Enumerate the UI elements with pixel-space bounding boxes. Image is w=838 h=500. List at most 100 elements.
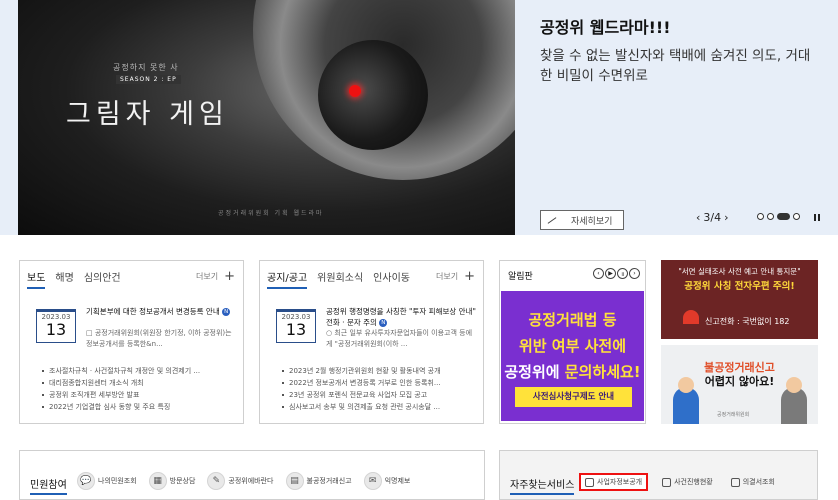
popup-zone: 알림판 ‹ ▶ ॥ › 공정거래법 등 위반 여부 사전에 공정위에 문의하세요…: [499, 260, 646, 424]
list-item[interactable]: 2022년 정보공개서 변경등록 거부로 인한 등록취...: [282, 377, 477, 389]
service-label: 사업자정보공개: [597, 478, 643, 486]
tab-committee-news[interactable]: 위원회소식: [317, 269, 363, 289]
service-label: 불공정거래신고: [306, 477, 352, 485]
more-label: 더보기: [196, 272, 219, 281]
hero-pager: ‹ 3/4 ›: [696, 211, 729, 224]
plus-icon: +: [224, 268, 235, 284]
prev-icon[interactable]: ‹: [593, 268, 604, 279]
press-more-link[interactable]: 더보기 +: [196, 268, 235, 284]
more-label: 더보기: [436, 272, 459, 281]
hero-game-title: 그림자 게임: [66, 99, 229, 130]
tab-notice[interactable]: 공지/공고: [267, 269, 308, 289]
list-item[interactable]: 2022년 기업결합 심사 동향 및 주요 특징: [42, 401, 237, 413]
list-item[interactable]: 2023년 2월 행정기관위원회 현황 및 활동내역 공개: [282, 365, 477, 377]
hero-more-button[interactable]: 자세히보기: [540, 210, 624, 230]
list-item[interactable]: 조사절차규칙 · 사건절차규칙 개정안 및 의견제기 ...: [42, 365, 237, 377]
frequent-services-heading: 자주찾는서비스: [510, 476, 575, 495]
play-icon[interactable]: ▶: [605, 268, 616, 279]
camera-led: [349, 85, 361, 97]
pause-icon[interactable]: ॥: [617, 268, 628, 279]
service-anonymous-tip[interactable]: ✉ 익명제보: [363, 472, 411, 490]
slide-dots: [757, 213, 800, 220]
person-illustration: [673, 377, 699, 424]
date-day: 13: [285, 320, 307, 339]
list-item[interactable]: 23년 공정위 포렌식 전문교육 사업자 모집 공고: [282, 389, 477, 401]
phishing-warning-banner[interactable]: "서면 실태조사 사전 예고 안내 통지문" 공정위 사칭 전자우편 주의! 신…: [661, 260, 818, 339]
service-label: 공정위에바란다: [228, 477, 274, 485]
service-label: 방문상담: [169, 477, 196, 485]
tab-press[interactable]: 보도: [27, 269, 46, 289]
popup-line3: 공정위에 문의하세요!: [501, 359, 644, 385]
hero-credit: 공정거래위원회 기획 웹드라마: [218, 210, 324, 217]
service-label: 사건진행현황: [674, 478, 713, 486]
service-business-info[interactable]: 사업자정보공개: [579, 473, 649, 491]
popup-banner-text: 공정거래법 등 위반 여부 사전에 공정위에 문의하세요!: [501, 307, 644, 385]
pencil-icon: [547, 216, 557, 224]
calendar-icon: ▦: [148, 472, 167, 490]
featured-notice-desc: ○ 최근 일부 유사투자자문업자들이 이용고객 등에게 "공정거래위원회(이하 …: [326, 329, 473, 348]
service-report-unfair[interactable]: ▤ 불공정거래신고: [285, 472, 352, 490]
service-label: 익명제보: [384, 477, 411, 485]
progress-document-icon: [662, 477, 672, 487]
list-item[interactable]: 공정위 조직개편 세부방안 발표: [42, 389, 237, 401]
popup-line3b: 문의하세요!: [564, 363, 641, 381]
popup-title: 알림판: [508, 272, 533, 282]
civil-services-list: 💬 나의민원조회 ▦ 방문상담 ✎ 공정위에바란다 ▤ 불공정거래신고 ✉ 익명…: [77, 472, 410, 490]
chat-bubbles-icon: 💬: [77, 472, 95, 490]
service-case-progress[interactable]: 사건진행현황: [658, 473, 717, 491]
new-badge-icon: N: [379, 319, 388, 327]
frequent-services-bar: 자주찾는서비스 사업자정보공개 사건진행현황 의결서조회: [499, 450, 818, 500]
slide-dot-2[interactable]: [767, 213, 774, 220]
tab-personnel[interactable]: 인사이동: [373, 269, 410, 289]
civil-services-heading: 민원참여: [30, 476, 67, 495]
popup-banner-button[interactable]: 사전심사청구제도 안내: [515, 387, 632, 407]
popup-line1: 공정거래법 등: [528, 311, 617, 329]
service-visit-consult[interactable]: ▦ 방문상담: [148, 472, 196, 490]
tab-clarification[interactable]: 해명: [55, 269, 73, 289]
banner1-line2: 공정위 사칭 전자우편 주의!: [684, 281, 795, 292]
featured-news-title[interactable]: 기획본부에 대한 정보공개서 변경등록 안내 N: [86, 306, 236, 317]
popup-banner[interactable]: 공정거래법 등 위반 여부 사전에 공정위에 문의하세요! 사전심사청구제도 안…: [501, 291, 644, 421]
person-illustration: [781, 377, 807, 424]
service-my-complaint[interactable]: 💬 나의민원조회: [77, 472, 137, 490]
info-document-icon: [585, 477, 594, 487]
slide-dot-1[interactable]: [757, 213, 764, 220]
prev-arrow-icon[interactable]: ‹: [696, 211, 700, 224]
date-box: 2023.03 13: [36, 309, 76, 343]
hero-subtitle: 공정하지 못한 사: [113, 63, 179, 72]
news-list: 조사절차규칙 · 사건절차규칙 개정안 및 의견제기 ... 대리점종합지원센터…: [42, 365, 237, 413]
banner1-line1: "서면 실태조사 사전 예고 안내 통지문": [678, 267, 801, 276]
notice-panel: 공지/공고 위원회소식 인사이동 더보기 + 2023.03 13 공정위 행정명…: [259, 260, 484, 424]
notice-list: 2023년 2월 행정기관위원회 현황 및 활동내역 공개 2022년 정보공개…: [282, 365, 477, 413]
date-box: 2023.03 13: [276, 309, 316, 343]
document-icon: ▤: [285, 472, 304, 490]
slide-dot-3[interactable]: [777, 213, 790, 220]
list-item[interactable]: 심사보고서 송부 및 의견제출 요청 관련 공시송달 ...: [282, 401, 477, 413]
slide-dot-4[interactable]: [793, 213, 800, 220]
pause-icon[interactable]: [814, 214, 820, 221]
hero-image[interactable]: 공정하지 못한 사 SEASON 2 : EP 그림자 게임 공정거래위원회 기…: [18, 0, 515, 235]
banner2-line1: 불공정거래신고: [704, 361, 775, 374]
hero-description: 찾을 수 없는 발신자와 택배에 숨겨진 의도, 거대한 비밀이 수면위로: [540, 48, 811, 84]
banner1-tel: 신고전화 : 국번없이 182: [705, 317, 790, 326]
banner2-line2: 어렵지 않아요!: [704, 375, 775, 388]
service-suggestion[interactable]: ✎ 공정위에바란다: [207, 472, 274, 490]
siren-icon: [683, 310, 699, 324]
featured-notice-title[interactable]: 공정위 행정명령을 사칭한 "투자 피해보상 안내" 전화 · 문자 주의 N: [326, 306, 476, 328]
report-banner[interactable]: 불공정거래신고 어렵지 않아요! 공정거래위원회: [661, 345, 818, 424]
service-decision-search[interactable]: 의결서조회: [727, 473, 779, 491]
service-label: 나의민원조회: [98, 477, 137, 485]
list-item[interactable]: 대리점종합지원센터 개소식 개최: [42, 377, 237, 389]
pager-text: 3/4: [703, 211, 722, 224]
hero-banner: 공정하지 못한 사 SEASON 2 : EP 그림자 게임 공정거래위원회 기…: [0, 0, 838, 235]
next-arrow-icon[interactable]: ›: [724, 211, 728, 224]
next-icon[interactable]: ›: [629, 268, 640, 279]
clipboard-icon: ✉: [363, 472, 382, 490]
new-badge-icon: N: [222, 308, 231, 316]
tab-agenda[interactable]: 심의안건: [84, 269, 121, 289]
plus-icon: +: [464, 268, 475, 284]
speech-icon: ✎: [207, 472, 226, 490]
notice-more-link[interactable]: 더보기 +: [436, 268, 475, 284]
hero-title: 공정위 웹드라마!!!: [540, 18, 671, 37]
hero-season-badge: SEASON 2 : EP: [116, 75, 181, 84]
